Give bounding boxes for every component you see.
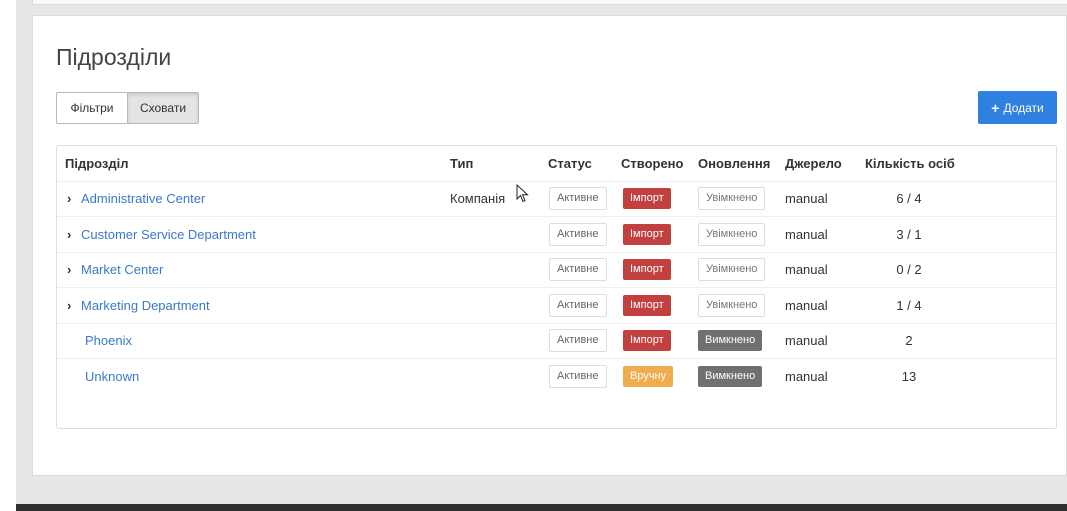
count-value: 2 <box>905 333 913 348</box>
department-link[interactable]: Phoenix <box>85 333 132 348</box>
status-badge: Активне <box>549 223 607 246</box>
col-status[interactable]: Статус <box>548 146 592 181</box>
table-row: › Administrative Center Компанія Активне… <box>57 181 1056 217</box>
created-badge: Імпорт <box>623 330 671 351</box>
col-updated[interactable]: Оновлення <box>698 146 770 181</box>
add-button[interactable]: + Додати <box>978 91 1057 124</box>
created-badge: Імпорт <box>623 259 671 280</box>
hide-button[interactable]: Сховати <box>128 92 199 124</box>
created-badge: Вручну <box>623 366 674 387</box>
department-link[interactable]: Customer Service Department <box>81 227 256 242</box>
status-badge: Активне <box>549 329 607 352</box>
table-row: › Market Center Активне Імпорт Увімкнено… <box>57 252 1056 288</box>
col-source[interactable]: Джерело <box>785 146 842 181</box>
update-badge: Вимкнено <box>698 366 763 387</box>
department-link[interactable]: Unknown <box>85 369 139 384</box>
source-value: manual <box>785 227 828 242</box>
count-value: 13 <box>901 369 917 384</box>
footer-bar <box>16 504 1067 511</box>
count-value: 0 / 2 <box>896 262 922 277</box>
update-badge: Увімкнено <box>698 223 766 246</box>
created-badge: Імпорт <box>623 295 671 316</box>
source-value: manual <box>785 262 828 277</box>
source-value: manual <box>785 333 828 348</box>
departments-table: Підрозділ Тип Статус Створено Оновлення … <box>56 145 1057 429</box>
col-department[interactable]: Підрозділ <box>65 146 129 181</box>
department-link[interactable]: Administrative Center <box>81 191 205 206</box>
source-value: manual <box>785 191 828 206</box>
table-header: Підрозділ Тип Статус Створено Оновлення … <box>57 146 1056 182</box>
created-badge: Імпорт <box>623 188 671 209</box>
top-panel <box>32 0 1067 5</box>
col-created[interactable]: Створено <box>621 146 683 181</box>
update-badge: Вимкнено <box>698 330 763 351</box>
plus-icon: + <box>991 99 1000 116</box>
status-badge: Активне <box>549 294 607 317</box>
type-value: Компанія <box>450 191 506 206</box>
update-badge: Увімкнено <box>698 294 766 317</box>
count-value: 1 / 4 <box>896 298 922 313</box>
department-link[interactable]: Market Center <box>81 262 163 277</box>
count-value: 3 / 1 <box>896 227 922 242</box>
filters-button[interactable]: Фільтри <box>56 92 128 124</box>
col-type[interactable]: Тип <box>450 146 473 181</box>
chevron-right-icon[interactable]: › <box>67 298 81 313</box>
created-badge: Імпорт <box>623 224 671 245</box>
chevron-right-icon[interactable]: › <box>67 191 81 206</box>
source-value: manual <box>785 369 828 384</box>
status-badge: Активне <box>549 365 607 388</box>
chevron-right-icon[interactable]: › <box>67 262 81 277</box>
table-row: › Marketing Department Активне Імпорт Ув… <box>57 288 1056 324</box>
table-row: Phoenix Активне Імпорт Вимкнено manual 2 <box>57 323 1056 359</box>
col-count[interactable]: Кількість осіб <box>865 146 955 181</box>
page-title: Підрозділи <box>56 44 172 70</box>
count-value: 6 / 4 <box>896 191 922 206</box>
table-row: › Customer Service Department Активне Ім… <box>57 217 1056 253</box>
chevron-right-icon[interactable]: › <box>67 227 81 242</box>
update-badge: Увімкнено <box>698 187 766 210</box>
filter-button-group: Фільтри Сховати <box>56 92 199 124</box>
status-badge: Активне <box>549 187 607 210</box>
mouse-cursor-icon <box>516 184 529 203</box>
update-badge: Увімкнено <box>698 258 766 281</box>
department-link[interactable]: Marketing Department <box>81 298 210 313</box>
add-button-label: Додати <box>1003 100 1044 115</box>
source-value: manual <box>785 298 828 313</box>
table-row: Unknown Активне Вручну Вимкнено manual 1… <box>57 359 1056 394</box>
status-badge: Активне <box>549 258 607 281</box>
